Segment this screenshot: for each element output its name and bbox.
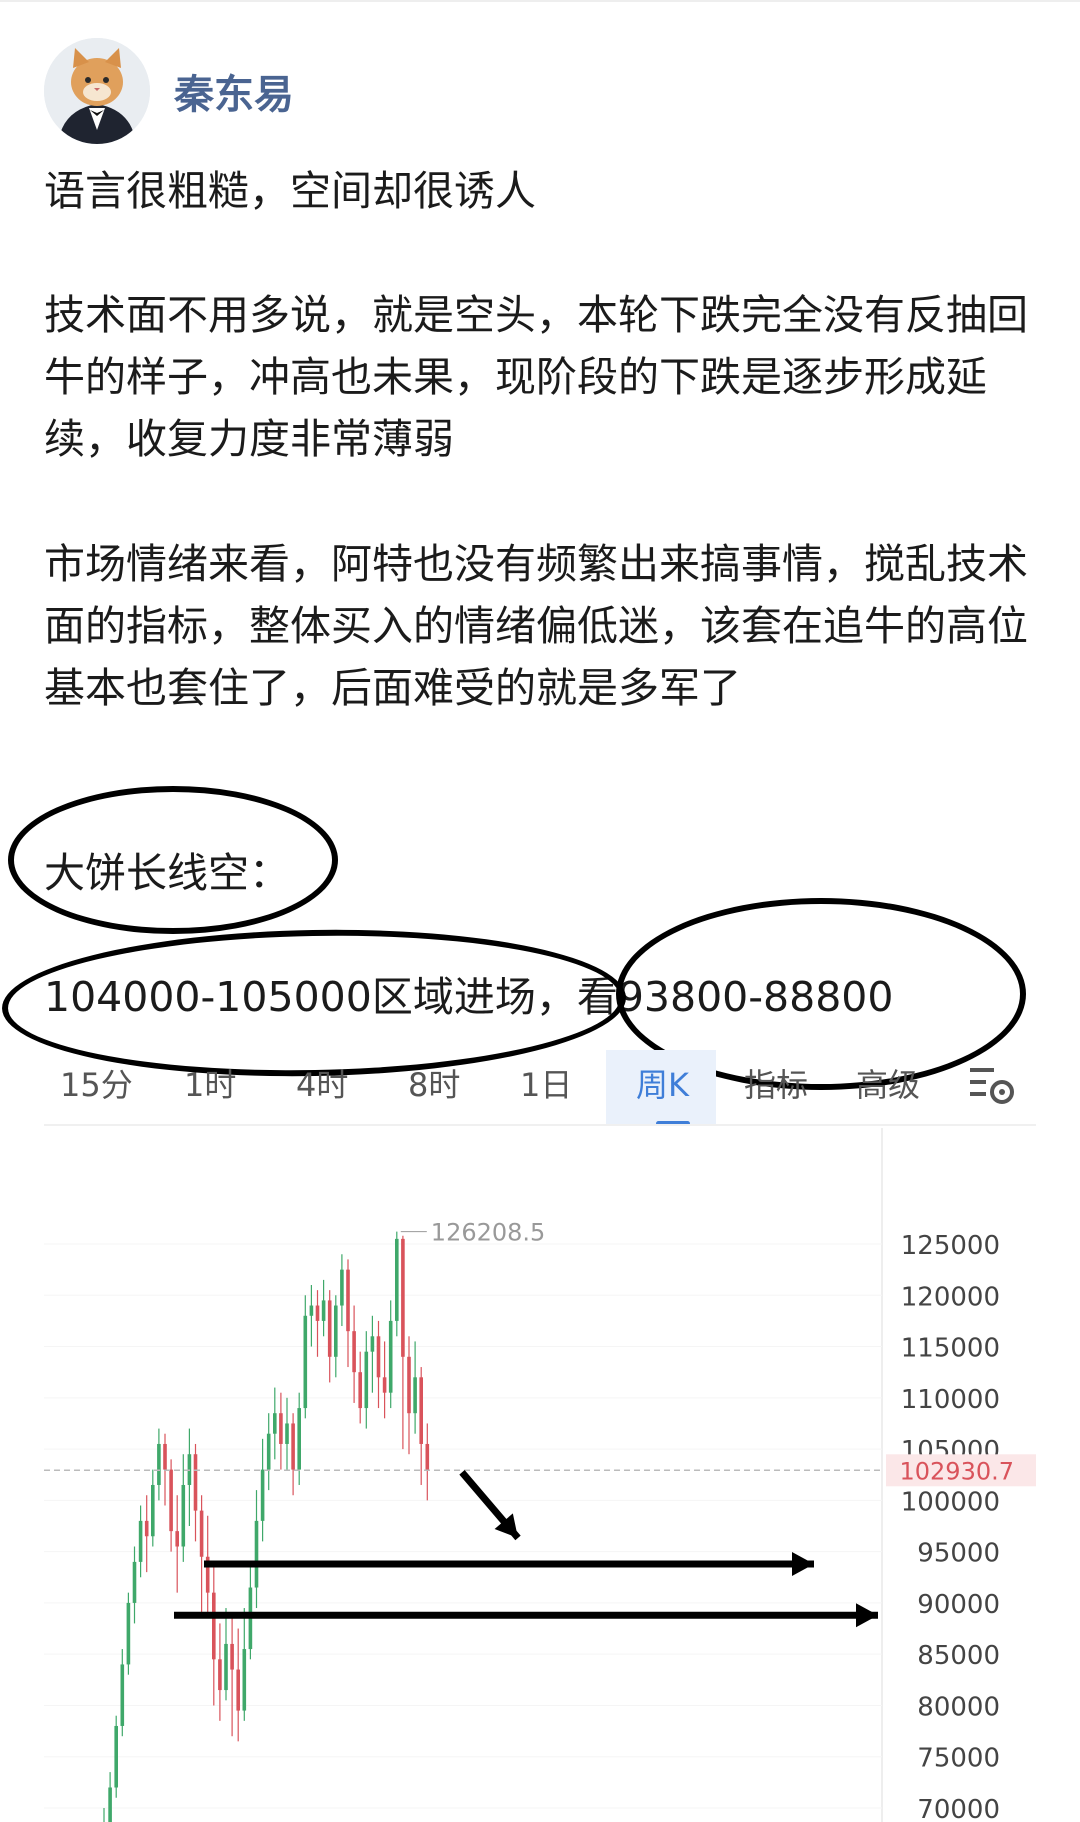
candle-body (419, 1377, 423, 1444)
candle-body (224, 1643, 228, 1691)
candle-body (108, 1787, 112, 1822)
candle-body (370, 1336, 375, 1352)
tab-weekly[interactable]: 周K (636, 1060, 689, 1106)
candle-body (285, 1423, 289, 1444)
tab-indicators[interactable]: 指标 (744, 1060, 808, 1106)
tab-1d[interactable]: 1日 (520, 1060, 572, 1106)
author-avatar[interactable] (44, 38, 150, 144)
candle-body (120, 1664, 125, 1726)
current-price-label: 102930.7 (899, 1457, 1014, 1485)
y-tick-label: 70000 (917, 1795, 1000, 1822)
candle-body (273, 1413, 277, 1434)
candle-body (413, 1377, 417, 1414)
candle-body (401, 1238, 405, 1357)
candle-body (346, 1269, 350, 1332)
candle-body (334, 1305, 338, 1357)
y-tick-label: 80000 (917, 1692, 1000, 1722)
y-tick-label: 85000 (917, 1641, 1000, 1671)
candle-body (132, 1561, 137, 1603)
arrow-target-93800-head (792, 1551, 814, 1576)
candle-body (114, 1725, 118, 1788)
tab-8h[interactable]: 8时 (408, 1060, 460, 1106)
candle-body (291, 1423, 295, 1470)
post-paragraph-2: 技术面不用多说，就是空头，本轮下跌完全没有反抽回牛的样子，冲高也未果，现阶段的下… (44, 291, 1028, 463)
y-tick-label: 115000 (901, 1334, 1000, 1364)
post-paragraph-3: 市场情绪来看，阿特也没有频繁出来搞事情，搅乱技术面的指标，整体买入的情绪偏低迷，… (44, 540, 1028, 712)
y-tick-label: 100000 (901, 1487, 1000, 1517)
tab-15m[interactable]: 15分 (60, 1060, 133, 1106)
candle-body (309, 1305, 314, 1316)
candle-body (242, 1649, 247, 1711)
candle-body (340, 1269, 344, 1306)
candle-body (212, 1592, 216, 1660)
candle-body (236, 1669, 240, 1711)
high-price-label: 126208.5 (431, 1219, 546, 1247)
chart-settings-icon[interactable] (968, 1062, 1018, 1106)
y-tick-label: 90000 (917, 1590, 1000, 1620)
tabs-divider (44, 1124, 1036, 1126)
candle-body (157, 1443, 161, 1485)
candle-body (364, 1351, 369, 1409)
arrow-target-88800-head (856, 1603, 878, 1628)
candle-body (376, 1336, 381, 1378)
candlestick-chart[interactable]: 1250001200001150001100001050001000009500… (0, 1128, 1080, 1822)
handdrawn-circle-title (8, 786, 338, 934)
candle-body (382, 1377, 387, 1393)
candle-body (358, 1372, 362, 1409)
candle-body (163, 1443, 167, 1470)
y-tick-label: 95000 (917, 1539, 1000, 1569)
candle-body (425, 1443, 430, 1471)
candle-body (193, 1454, 198, 1511)
candle-body (279, 1413, 283, 1444)
timeframe-tabs: 15分 1时 4时 8时 1日 周K 指标 高级 (44, 1050, 1044, 1126)
tab-advanced[interactable]: 高级 (856, 1060, 920, 1106)
candle-body (151, 1484, 155, 1537)
candle-body (218, 1659, 222, 1691)
candle-body (266, 1433, 271, 1470)
candle-body (315, 1305, 320, 1321)
candle-body (297, 1408, 301, 1470)
candle-body (352, 1331, 356, 1373)
candle-body (126, 1602, 131, 1665)
candle-body (303, 1315, 308, 1409)
candle-body (327, 1300, 332, 1357)
candle-body (175, 1531, 179, 1547)
candle-body (144, 1520, 149, 1537)
candle-body (388, 1320, 393, 1393)
candle-body (138, 1520, 143, 1562)
candle-body (260, 1469, 265, 1521)
candle-body (199, 1510, 204, 1557)
top-divider (0, 0, 1080, 2)
y-tick-label: 125000 (901, 1231, 1000, 1261)
candle-body (230, 1643, 234, 1670)
tab-4h[interactable]: 4时 (296, 1060, 348, 1106)
candle-body (321, 1300, 326, 1321)
tab-1h[interactable]: 1时 (184, 1060, 236, 1106)
post-line-1: 语言很粗糙，空间却很诱人 (44, 167, 536, 215)
candle-body (407, 1356, 411, 1414)
candle-body (254, 1520, 259, 1588)
author-name[interactable]: 秦东易 (174, 62, 294, 120)
candle-body (181, 1484, 186, 1547)
cat-avatar-icon (44, 38, 150, 144)
y-tick-label: 110000 (901, 1385, 1000, 1415)
y-tick-label: 75000 (917, 1744, 1000, 1774)
candle-body (169, 1469, 173, 1532)
y-tick-label: 120000 (901, 1282, 1000, 1312)
candle-body (395, 1238, 399, 1321)
